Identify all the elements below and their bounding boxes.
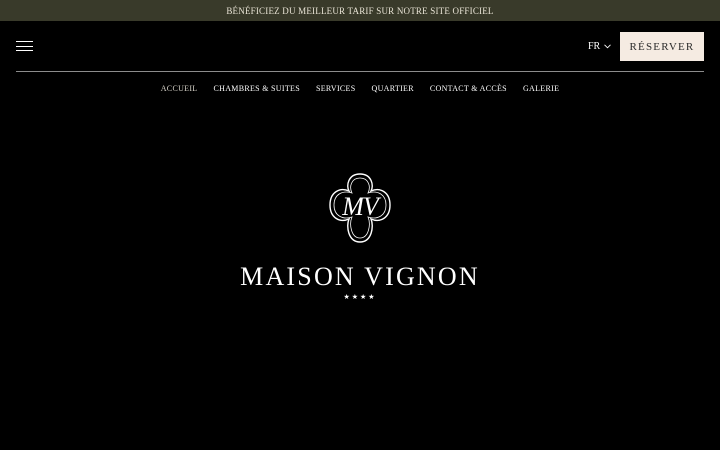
nav-item-galerie[interactable]: GALERIE (523, 84, 559, 93)
header-divider (16, 71, 704, 72)
promo-banner: BÉNÉFICIEZ DU MEILLEUR TARIF SUR NOTRE S… (0, 0, 720, 21)
hotel-name: MAISON VIGNON (240, 262, 480, 291)
language-selector[interactable]: FR (588, 41, 612, 52)
header: FR RÉSERVER (0, 21, 720, 71)
chevron-down-icon (604, 44, 612, 49)
hotel-logo: MV MAISON VIGNON ★★★★ (0, 172, 720, 307)
hotel-rating-stars: ★★★★ (343, 293, 377, 301)
hamburger-menu-icon[interactable] (16, 41, 33, 51)
promo-text: BÉNÉFICIEZ DU MEILLEUR TARIF SUR NOTRE S… (226, 5, 494, 16)
nav-item-contact-acces[interactable]: CONTACT & ACCÈS (430, 84, 507, 93)
main-navigation: ACCUEIL CHAMBRES & SUITES SERVICES QUART… (0, 84, 720, 93)
nav-item-chambres-suites[interactable]: CHAMBRES & SUITES (214, 84, 300, 93)
reserve-button[interactable]: RÉSERVER (620, 32, 704, 61)
logo-monogram: MV (342, 192, 379, 221)
nav-item-accueil[interactable]: ACCUEIL (161, 84, 198, 93)
language-label: FR (588, 41, 601, 52)
nav-item-quartier[interactable]: QUARTIER (372, 84, 414, 93)
nav-item-services[interactable]: SERVICES (316, 84, 356, 93)
